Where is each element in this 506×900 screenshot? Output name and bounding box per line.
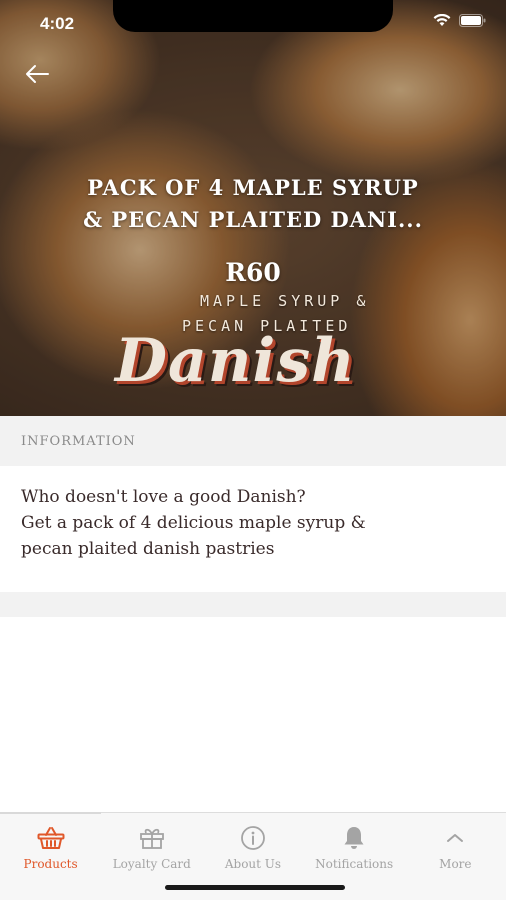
bell-icon [340,825,368,851]
device-notch [113,0,393,32]
tab-products[interactable]: Products [0,813,101,900]
information-line: pecan plaited danish pastries [21,539,275,559]
product-hero-image: 4:02 PACK OF 4 MAPLE SYRUP & PECAN PLAIT… [0,0,506,416]
information-line: Get a pack of 4 delicious maple syrup & [21,513,366,533]
product-title-line-1: PACK OF 4 MAPLE SYRUP [87,175,419,200]
information-header: INFORMATION [0,416,506,466]
product-price: R60 [225,258,281,287]
tab-more[interactable]: More [405,813,506,900]
chevron-up-icon [441,825,469,851]
active-tab-indicator [0,812,101,814]
status-time: 4:02 [40,14,75,33]
tab-label: Loyalty Card [112,857,191,871]
info-icon [239,825,267,851]
tab-label: More [439,857,472,871]
image-script-title: Danish [115,326,356,396]
gift-icon [138,825,166,851]
wifi-icon [433,14,451,27]
information-body: Who doesn't love a good Danish? Get a pa… [0,466,506,592]
product-title: PACK OF 4 MAPLE SYRUP & PECAN PLAITED DA… [40,172,466,236]
status-icons [433,14,486,27]
tab-label: About Us [224,857,282,871]
information-line: Who doesn't love a good Danish? [21,487,306,507]
home-indicator [165,885,345,890]
back-button[interactable] [22,60,52,88]
product-title-line-2: & PECAN PLAITED DANI... [83,207,423,232]
tab-label: Notifications [315,857,394,871]
section-divider [0,592,506,617]
status-bar: 4:02 [0,0,506,44]
tab-label: Products [23,857,78,871]
battery-icon [459,14,486,27]
image-text-line-1: MAPLE SYRUP & [200,292,370,310]
information-header-label: INFORMATION [21,433,136,449]
basket-icon [37,825,65,851]
arrow-left-icon [26,65,49,83]
